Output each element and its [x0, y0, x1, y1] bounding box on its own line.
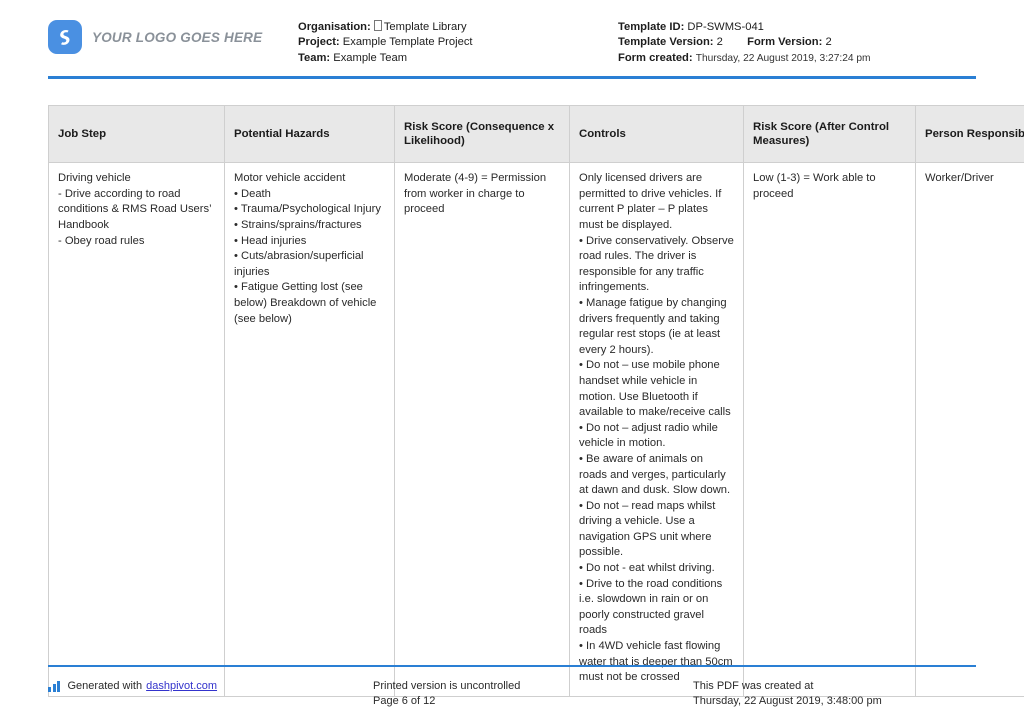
cell-risk-score-after: Low (1-3) = Work able to proceed — [743, 162, 916, 697]
column-header-person-responsible: Person Responsible — [915, 105, 1024, 164]
template-id-value: DP-SWMS-041 — [687, 21, 764, 33]
logo-block: YOUR LOGO GOES HERE — [48, 14, 298, 54]
column-header-risk-score: Risk Score (Consequence x Likelihood) — [394, 105, 570, 164]
logo-text: YOUR LOGO GOES HERE — [92, 29, 263, 45]
column-header-potential-hazards: Potential Hazards — [224, 105, 395, 164]
footer-pdf-created: This PDF was created at Thursday, 22 Aug… — [693, 679, 976, 709]
dashpivot-link[interactable]: dashpivot.com — [146, 679, 217, 694]
form-created-label: Form created: — [618, 51, 693, 64]
document-footer: Generated with dashpivot.com Printed ver… — [48, 679, 976, 709]
page-number: Page 6 of 12 — [373, 695, 436, 707]
document-header: YOUR LOGO GOES HERE Organisation: Templa… — [0, 0, 1024, 66]
team-label: Team: — [298, 51, 331, 64]
cell-job-step: Driving vehicle - Drive according to roa… — [48, 162, 225, 697]
table-header-row: Job Step Potential Hazards Risk Score (C… — [48, 105, 1024, 164]
project-line: Project: Example Template Project — [298, 35, 618, 50]
pdf-created-value: Thursday, 22 August 2019, 3:48:00 pm — [693, 695, 882, 707]
organisation-line: Organisation: Template Library — [298, 20, 618, 35]
cell-risk-score: Moderate (4-9) = Permission from worker … — [394, 162, 570, 697]
template-id-line: Template ID: DP-SWMS-041 — [618, 20, 976, 35]
form-created-value: Thursday, 22 August 2019, 3:27:24 pm — [695, 52, 871, 64]
generated-with-label: Generated with — [67, 680, 143, 692]
swms-table: Job Step Potential Hazards Risk Score (C… — [48, 105, 1024, 697]
column-header-job-step: Job Step — [48, 105, 225, 164]
form-version-label: Form Version: — [747, 36, 823, 49]
cell-controls: Only licensed drivers are permitted to d… — [569, 162, 744, 697]
form-created-line: Form created: Thursday, 22 August 2019, … — [618, 51, 976, 66]
pdf-created-label: This PDF was created at — [693, 680, 814, 692]
organisation-label: Organisation: — [298, 21, 371, 33]
team-line: Team: Example Team — [298, 51, 618, 66]
header-divider — [48, 76, 976, 80]
footer-divider — [48, 665, 976, 667]
template-id-label: Template ID: — [618, 21, 685, 33]
organisation-value: Template Library — [383, 21, 467, 33]
header-meta-left: Organisation: Template Library Project: … — [298, 14, 618, 66]
project-value: Example Template Project — [342, 36, 473, 49]
footer-generated-with: Generated with dashpivot.com — [48, 679, 373, 694]
document-page: YOUR LOGO GOES HERE Organisation: Templa… — [0, 0, 1024, 723]
printed-version-notice: Printed version is uncontrolled — [373, 680, 521, 692]
column-header-risk-score-after: Risk Score (After Control Measures) — [743, 105, 916, 164]
version-line: Template Version: 2 Form Version: 2 — [618, 35, 976, 50]
header-meta-right: Template ID: DP-SWMS-041 Template Versio… — [618, 14, 976, 66]
cell-person-responsible: Worker/Driver — [915, 162, 1024, 697]
form-version-value: 2 — [825, 36, 832, 49]
project-label: Project: — [298, 36, 340, 49]
table-row: Driving vehicle - Drive according to roa… — [48, 162, 1024, 697]
template-version-label: Template Version: — [618, 36, 714, 49]
bar-chart-icon — [48, 681, 62, 692]
footer-print-notice: Printed version is uncontrolled Page 6 o… — [373, 679, 693, 709]
team-value: Example Team — [333, 51, 408, 64]
column-header-controls: Controls — [569, 105, 744, 164]
swms-table-wrap: Job Step Potential Hazards Risk Score (C… — [48, 105, 1024, 697]
company-logo-icon — [48, 20, 82, 54]
missing-glyph-icon — [373, 20, 382, 31]
cell-potential-hazards: Motor vehicle accident • Death • Trauma/… — [224, 162, 395, 697]
template-version-value: 2 — [716, 36, 723, 49]
